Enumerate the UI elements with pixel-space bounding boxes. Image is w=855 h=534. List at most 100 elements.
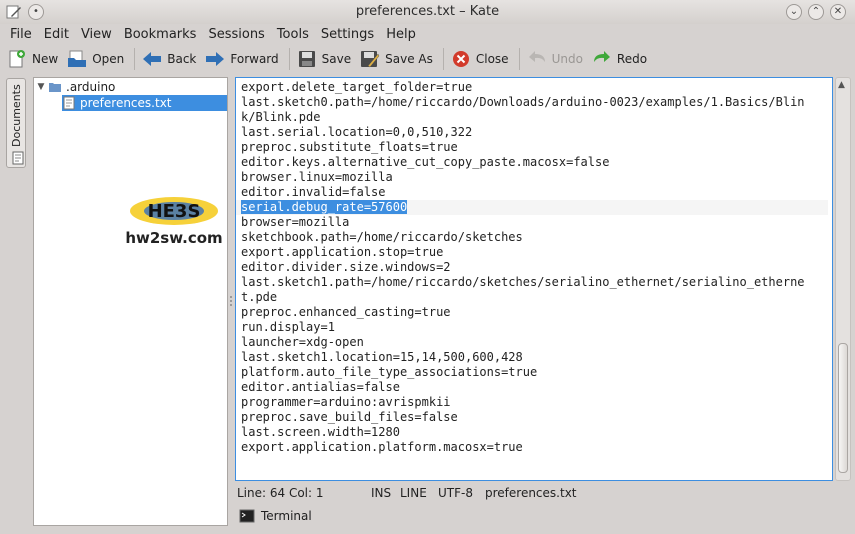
text-file-icon bbox=[63, 96, 75, 110]
terminal-icon bbox=[239, 509, 255, 523]
terminal-label: Terminal bbox=[261, 509, 312, 523]
svg-text:HE3S: HE3S bbox=[148, 201, 201, 222]
arrow-right-icon bbox=[204, 48, 226, 70]
scrollbar-thumb[interactable] bbox=[838, 343, 848, 473]
toolbar-separator bbox=[134, 48, 136, 70]
editor-line[interactable]: last.sketch1.location=15,14,500,600,428 bbox=[241, 350, 828, 365]
close-icon bbox=[450, 48, 472, 70]
editor-line[interactable]: export.application.platform.macosx=true bbox=[241, 440, 828, 455]
editor-line[interactable]: launcher=xdg-open bbox=[241, 335, 828, 350]
editor-line[interactable]: editor.divider.size.windows=2 bbox=[241, 260, 828, 275]
redo-label: Redo bbox=[616, 52, 648, 66]
save-button[interactable]: Save bbox=[294, 46, 357, 72]
editor-line[interactable]: t.pde bbox=[241, 290, 828, 305]
save-label: Save bbox=[321, 52, 352, 66]
editor-line[interactable]: editor.invalid=false bbox=[241, 185, 828, 200]
cursor-position: Line: 64 Col: 1 bbox=[237, 486, 324, 500]
text-editor[interactable]: export.delete_target_folder=true last.ske… bbox=[235, 77, 833, 481]
menu-view[interactable]: View bbox=[75, 27, 118, 42]
folder-icon bbox=[49, 83, 61, 92]
new-button[interactable]: New bbox=[4, 46, 64, 72]
menu-file[interactable]: File bbox=[4, 27, 38, 42]
close-button[interactable]: Close bbox=[448, 46, 515, 72]
toolbar-separator bbox=[518, 48, 520, 70]
toolbar-separator bbox=[442, 48, 444, 70]
back-button[interactable]: Back bbox=[139, 46, 202, 72]
chevron-down-icon[interactable]: ▼ bbox=[34, 82, 48, 92]
maximize-button[interactable]: ⌃ bbox=[808, 4, 824, 20]
editor-line[interactable]: browser.linux=mozilla bbox=[241, 170, 828, 185]
new-document-icon bbox=[6, 48, 28, 70]
undo-button[interactable]: Undo bbox=[524, 46, 589, 72]
status-filename: preferences.txt bbox=[485, 486, 577, 500]
open-label: Open bbox=[92, 52, 125, 66]
tree-folder-row[interactable]: ▼ .arduino bbox=[34, 79, 227, 95]
scroll-up-icon[interactable]: ▲ bbox=[838, 80, 845, 90]
undo-icon bbox=[526, 48, 548, 70]
selection-mode[interactable]: LINE bbox=[400, 486, 438, 500]
editor-line[interactable]: preproc.save_build_files=false bbox=[241, 410, 828, 425]
editor-line[interactable]: preproc.enhanced_casting=true bbox=[241, 305, 828, 320]
insert-mode[interactable]: INS bbox=[371, 486, 400, 500]
main-toolbar: New Open Back Forward Save Save As Close… bbox=[0, 44, 855, 74]
close-window-button[interactable]: ✕ bbox=[830, 4, 846, 20]
editor-line[interactable]: export.application.stop=true bbox=[241, 245, 828, 260]
editor-line[interactable]: last.sketch1.path=/home/riccardo/sketche… bbox=[241, 275, 828, 290]
menu-settings[interactable]: Settings bbox=[315, 27, 380, 42]
redo-button[interactable]: Redo bbox=[589, 46, 653, 72]
tree-file-label: preferences.txt bbox=[80, 96, 172, 110]
editor-line[interactable]: k/Blink.pde bbox=[241, 110, 828, 125]
editor-line[interactable]: programmer=arduino:avrispmkii bbox=[241, 395, 828, 410]
menu-tools[interactable]: Tools bbox=[271, 27, 315, 42]
undo-label: Undo bbox=[551, 52, 583, 66]
menu-help[interactable]: Help bbox=[380, 27, 422, 42]
window-title: preferences.txt – Kate bbox=[355, 4, 500, 19]
menu-edit[interactable]: Edit bbox=[38, 27, 75, 42]
editor-line[interactable]: browser=mozilla bbox=[241, 215, 828, 230]
editor-line[interactable]: run.display=1 bbox=[241, 320, 828, 335]
hw2sw-logo-mark: HE3S bbox=[130, 197, 218, 225]
menu-sessions[interactable]: Sessions bbox=[202, 27, 270, 42]
editor-line[interactable]: editor.antialias=false bbox=[241, 380, 828, 395]
back-label: Back bbox=[167, 52, 197, 66]
selected-text[interactable]: serial.debug_rate=57600 bbox=[241, 200, 408, 214]
editor-line[interactable]: export.delete_target_folder=true bbox=[241, 80, 828, 95]
tree-file-row[interactable]: preferences.txt bbox=[62, 95, 227, 111]
hw2sw-logo: HE3S hw2sw.com bbox=[114, 193, 234, 253]
redo-icon bbox=[591, 48, 613, 70]
documents-tab[interactable]: Documents bbox=[6, 78, 26, 168]
menu-bookmarks[interactable]: Bookmarks bbox=[118, 27, 203, 42]
status-bar: Line: 64 Col: 1 INS LINE UTF-8 preferenc… bbox=[235, 484, 833, 502]
editor-line[interactable]: sketchbook.path=/home/riccardo/sketches bbox=[241, 230, 828, 245]
close-label: Close bbox=[475, 52, 509, 66]
save-as-label: Save As bbox=[385, 52, 433, 66]
editor-line[interactable]: serial.debug_rate=57600 bbox=[236, 200, 828, 215]
open-folder-icon bbox=[66, 48, 88, 70]
toolbar-separator bbox=[288, 48, 290, 70]
encoding: UTF-8 bbox=[438, 486, 473, 500]
editor-content[interactable]: export.delete_target_folder=true last.ske… bbox=[236, 80, 828, 455]
editor-line[interactable]: last.screen.width=1280 bbox=[241, 425, 828, 440]
save-as-icon bbox=[359, 48, 381, 70]
sidebar-tab-strip: Documents bbox=[4, 78, 28, 170]
documents-tree: ▼ .arduino preferences.txt HE3S hw2sw.co… bbox=[33, 77, 228, 526]
forward-button[interactable]: Forward bbox=[202, 46, 284, 72]
editor-line[interactable]: last.sketch0.path=/home/riccardo/Downloa… bbox=[241, 95, 828, 110]
title-bar: • preferences.txt – Kate ⌄ ⌃ ✕ bbox=[0, 0, 855, 24]
menu-bar: File Edit View Bookmarks Sessions Tools … bbox=[0, 24, 855, 44]
editor-line[interactable]: preproc.substitute_floats=true bbox=[241, 140, 828, 155]
editor-line[interactable]: last.serial.location=0,0,510,322 bbox=[241, 125, 828, 140]
tree-folder-label: .arduino bbox=[66, 80, 116, 94]
arrow-left-icon bbox=[141, 48, 163, 70]
open-button[interactable]: Open bbox=[64, 46, 130, 72]
editor-line[interactable]: editor.keys.alternative_cut_copy_paste.m… bbox=[241, 155, 828, 170]
new-label: New bbox=[32, 52, 59, 66]
editor-line[interactable]: platform.auto_file_type_associations=tru… bbox=[241, 365, 828, 380]
minimize-button[interactable]: ⌄ bbox=[786, 4, 802, 20]
hw2sw-logo-text: hw2sw.com bbox=[125, 229, 223, 247]
splitter-handle[interactable] bbox=[229, 295, 233, 307]
vertical-scrollbar[interactable]: ▲ bbox=[835, 77, 851, 481]
documents-tab-label: Documents bbox=[10, 84, 23, 147]
save-as-button[interactable]: Save As bbox=[357, 46, 439, 72]
terminal-tool-button[interactable]: Terminal bbox=[236, 506, 312, 526]
